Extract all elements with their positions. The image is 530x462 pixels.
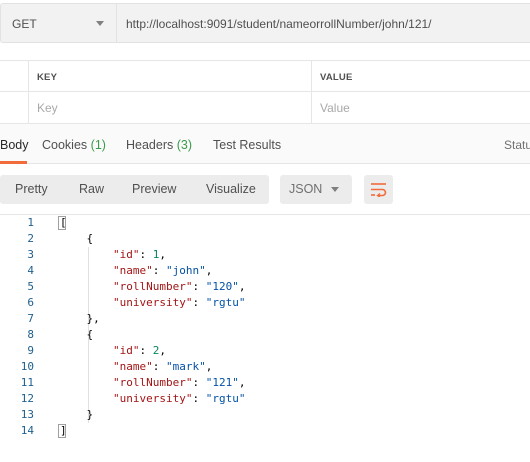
json-key: "rollNumber" — [112, 280, 193, 293]
params-input-row: Key Value — [0, 92, 530, 124]
line-number: 10 — [20, 360, 34, 373]
tab-headers[interactable]: Headers (3) — [126, 138, 192, 152]
headers-count: (3) — [176, 138, 193, 152]
tab-headers-label: Headers — [126, 138, 174, 152]
line-number: 4 — [27, 264, 34, 277]
line-number: 9 — [27, 344, 34, 357]
params-checkbox-column — [0, 61, 28, 92]
json-key: "university" — [112, 296, 193, 309]
tab-test-results[interactable]: Test Results — [213, 138, 281, 152]
url-text: http://localhost:9091/student/nameorroll… — [126, 17, 432, 31]
code-line: "name": "mark", — [112, 360, 213, 373]
line-number: 2 — [27, 232, 34, 245]
request-bar: GET http://localhost:9091/student/nameor… — [0, 0, 530, 46]
cookies-count: (1) — [90, 138, 106, 152]
view-mode-visualize[interactable]: Visualize — [206, 182, 256, 196]
tab-body[interactable]: Body — [0, 138, 29, 152]
code-line: }, — [60, 312, 100, 325]
response-tabs: Body Cookies (1) Headers (3) Test Result… — [0, 124, 530, 164]
line-number: 12 — [20, 392, 34, 405]
url-input[interactable]: http://localhost:9091/student/nameorroll… — [116, 3, 530, 43]
method-label: GET — [12, 17, 37, 31]
line-number: 14 — [20, 424, 34, 437]
line-number: 13 — [20, 408, 34, 421]
line-number: 6 — [27, 296, 34, 309]
code-line: { — [60, 328, 94, 341]
chevron-down-icon — [331, 187, 339, 192]
chevron-down-icon — [96, 21, 104, 26]
key-placeholder: Key — [37, 101, 58, 115]
json-value: "rgtu" — [205, 392, 246, 405]
code-line: { — [60, 232, 94, 245]
value-header-label: VALUE — [320, 72, 353, 83]
json-key: "university" — [112, 392, 193, 405]
json-value: "rgtu" — [205, 296, 246, 309]
value-placeholder: Value — [320, 101, 350, 115]
params-key-header: KEY — [28, 61, 311, 92]
json-key: "id" — [112, 248, 140, 261]
json-key: "rollNumber" — [112, 376, 193, 389]
line-number: 11 — [20, 376, 34, 389]
code-line: "university": "rgtu" — [112, 296, 246, 309]
json-value: "john" — [165, 264, 206, 277]
method-select[interactable]: GET — [0, 3, 116, 43]
tab-cookies[interactable]: Cookies (1) — [42, 138, 106, 152]
line-number: 5 — [27, 280, 34, 293]
tab-cookies-label: Cookies — [42, 138, 88, 152]
params-value-header: VALUE — [311, 61, 530, 92]
code-line: "rollNumber": "121", — [112, 376, 246, 389]
format-label: JSON — [289, 182, 323, 196]
view-mode-preview[interactable]: Preview — [132, 182, 176, 196]
code-line: "university": "rgtu" — [112, 392, 246, 405]
code-line: ] — [60, 424, 67, 437]
params-row-checkbox[interactable] — [0, 92, 28, 123]
view-mode-pretty[interactable]: Pretty — [15, 182, 48, 196]
view-mode-group: Pretty Raw Preview Visualize — [0, 175, 269, 204]
json-key: "id" — [112, 344, 140, 357]
view-toolbar: Pretty Raw Preview Visualize JSON — [0, 164, 530, 214]
json-key: "name" — [112, 360, 153, 373]
json-value: "120" — [205, 280, 239, 293]
line-number: 8 — [27, 328, 34, 341]
code-line: "id": 2, — [112, 344, 166, 357]
format-select[interactable]: JSON — [280, 175, 352, 204]
wrap-lines-button[interactable] — [364, 175, 393, 204]
code-line: "name": "john", — [112, 264, 213, 277]
key-header-label: KEY — [37, 72, 58, 83]
code-line: "id": 1, — [112, 248, 166, 261]
code-line: [ — [60, 216, 67, 229]
param-key-input[interactable]: Key — [28, 92, 311, 123]
code-line: } — [60, 408, 94, 421]
params-header-row: KEY VALUE — [0, 60, 530, 92]
status-label: Status — [504, 138, 530, 152]
view-mode-raw[interactable]: Raw — [79, 182, 104, 196]
wrap-lines-icon — [371, 183, 387, 197]
line-number: 7 — [27, 312, 34, 325]
json-value: "mark" — [165, 360, 206, 373]
json-key: "name" — [112, 264, 153, 277]
line-number: 1 — [27, 216, 34, 229]
json-value: "121" — [205, 376, 239, 389]
line-number: 3 — [27, 248, 34, 261]
response-body-editor[interactable]: 1 [2 {3 "id": 1, 4 "name": "john", 5 "rollN… — [0, 214, 530, 462]
param-value-input[interactable]: Value — [311, 92, 530, 123]
code-line: "rollNumber": "120", — [112, 280, 246, 293]
